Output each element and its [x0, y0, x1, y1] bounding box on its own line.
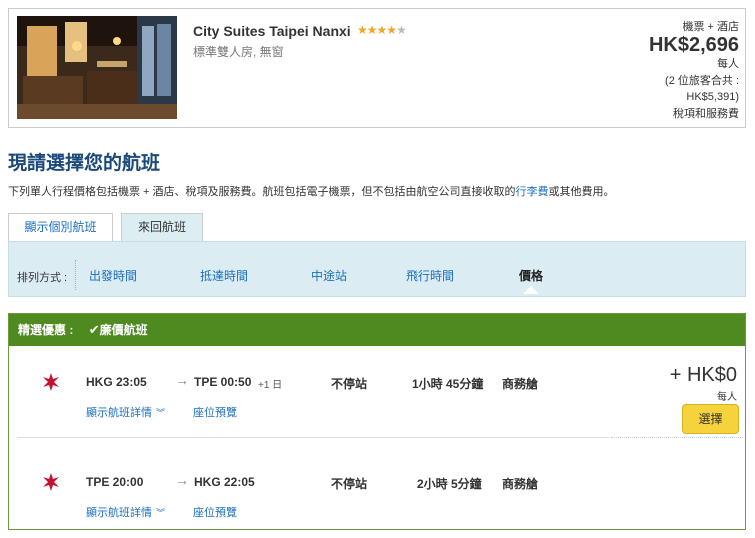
fare-per-person: 每人 [717, 392, 737, 403]
price-notice: 下列單人行程價格包括機票 + 酒店、稅項及服務費。航班包括電子機票，但不包括由航… [8, 183, 615, 199]
departure-time: TPE 20:00 [86, 475, 144, 489]
arrow-right-icon: → [175, 372, 189, 388]
per-person-label: 每人 [717, 58, 739, 70]
tab-individual-flights[interactable]: 顯示個別航班 [8, 213, 113, 241]
taxes-label: 稅項和服務費 [673, 108, 739, 120]
sort-bar: 排列方式 : 出發時間 抵達時間 中途站 飛行時間 價格 [8, 241, 746, 297]
details-label: 顯示航班詳情 [86, 407, 152, 419]
package-label: 機票 + 酒店 [682, 21, 739, 33]
star-icon: ★ [357, 23, 368, 37]
sort-departure-time[interactable]: 出發時間 [89, 267, 137, 284]
double-chevron-down-icon: ︾ [156, 508, 166, 518]
flight-leg-outbound: HKG 23:05 → TPE 00:50 +1 日 不停站 1小時 45分鐘 … [9, 362, 609, 422]
sort-arrival-time[interactable]: 抵達時間 [200, 267, 248, 284]
star-empty-icon: ★ [396, 23, 407, 37]
checkmark-icon: ✔ [88, 322, 100, 337]
notice-text: 下列單人行程價格包括機票 + 酒店、稅項及服務費。航班包括電子機票，但不包括由航… [8, 186, 516, 198]
sort-label: 排列方式 : [17, 272, 68, 284]
price-divider [611, 437, 743, 438]
leg-divider [17, 437, 609, 438]
package-price-block: 機票 + 酒店 HK$2,696 每人 (2 位旅客合共 : HK$5,391)… [649, 21, 739, 124]
fare-difference: + HK$0 [669, 364, 737, 386]
double-chevron-down-icon: ︾ [156, 408, 166, 418]
cabin-class: 商務艙 [502, 377, 539, 391]
sort-stops[interactable]: 中途站 [311, 267, 347, 284]
notice-text-end: 或其他費用。 [548, 186, 615, 198]
hotel-name[interactable]: City Suites Taipei Nanxi [193, 23, 351, 39]
arrow-right-icon: → [175, 472, 189, 488]
active-sort-indicator [523, 286, 539, 294]
total-value: HK$5,391) [686, 91, 739, 103]
departure-time: HKG 23:05 [86, 375, 147, 389]
star-icon: ★ [376, 23, 388, 37]
arrival-time: HKG 22:05 [194, 475, 255, 489]
hotel-photo [17, 16, 177, 119]
plus-day-badge: +1 日 [258, 380, 283, 391]
deal-banner: 精選優惠 : ✔廉價航班 [9, 314, 745, 346]
seat-preview-link[interactable]: 座位預覽 [193, 504, 237, 520]
deal-tag: 廉價航班 [99, 323, 148, 337]
flight-duration: 1小時 45分鐘 [412, 377, 484, 391]
star-icon: ★ [386, 23, 397, 37]
details-label: 顯示航班詳情 [86, 507, 152, 519]
show-flight-details-link[interactable]: 顯示航班詳情 ︾ [86, 404, 165, 420]
package-price: HK$2,696 [648, 34, 739, 56]
tab-roundtrip-flights[interactable]: 來回航班 [121, 213, 203, 242]
star-icon: ★ [366, 23, 378, 37]
baggage-fee-link[interactable]: 行李費 [516, 186, 549, 198]
cabin-class: 商務艙 [502, 477, 539, 491]
flight-duration: 2小時 5分鐘 [417, 477, 482, 491]
sort-duration[interactable]: 飛行時間 [406, 267, 454, 284]
page-title: 現請選擇您的航班 [8, 153, 161, 174]
flight-leg-return: TPE 20:00 → HKG 22:05 不停站 2小時 5分鐘 商務艙 顯示… [9, 462, 609, 522]
sort-divider [75, 260, 76, 290]
total-prefix: (2 位旅客合共 : [665, 75, 739, 87]
show-flight-details-link[interactable]: 顯示航班詳情 ︾ [86, 504, 165, 520]
flight-result-card: 精選優惠 : ✔廉價航班 HKG 23:05 → TPE 00:50 +1 日 … [8, 313, 746, 530]
select-flight-button[interactable]: 選擇 [682, 404, 739, 434]
stops-info: 不停站 [331, 377, 368, 391]
star-rating: ★★★★★ [357, 23, 407, 37]
hotel-summary-card: City Suites Taipei Nanxi ★★★★★ 標準雙人房, 無窗… [8, 8, 746, 128]
airline-logo-icon [43, 473, 59, 491]
deal-label: 精選優惠 : [18, 323, 74, 337]
arrival-time: TPE 00:50 [194, 375, 252, 389]
airline-logo-icon [43, 373, 59, 391]
seat-preview-link[interactable]: 座位預覽 [193, 404, 237, 420]
stops-info: 不停站 [331, 477, 368, 491]
room-type: 標準雙人房, 無窗 [193, 45, 284, 59]
sort-price[interactable]: 價格 [519, 267, 543, 284]
